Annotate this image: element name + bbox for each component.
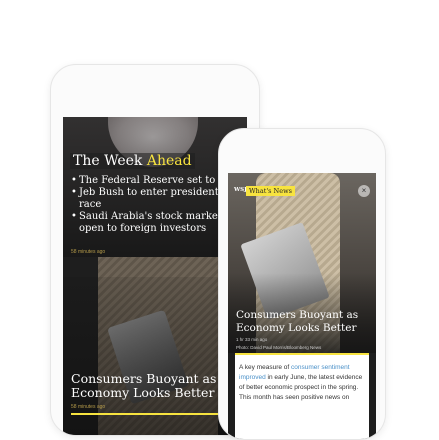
- briefing-timestamp: 58 minutes ago: [71, 249, 106, 255]
- article-headline[interactable]: Consumers Buoyant as Economy Looks Bette…: [71, 372, 241, 400]
- article-body-text: A key measure of: [239, 364, 292, 371]
- article-body: A key measure of consumer sentiment impr…: [239, 363, 367, 403]
- article-timestamp: 58 minutes ago: [71, 404, 106, 410]
- wsj-logo: WSJ: [234, 187, 247, 193]
- briefing-title-accent: Ahead: [146, 153, 192, 169]
- article-timestamp: 1 hr 33 min ago: [236, 337, 268, 342]
- front-screen: WSJ What's News × Consumers Buoyant as E…: [228, 173, 376, 439]
- close-icon[interactable]: ×: [358, 185, 370, 197]
- briefing-title-text: The Week: [73, 153, 143, 169]
- photo-credit: Photo: David Paul Morris/Bloomberg News: [236, 345, 322, 350]
- briefing-title[interactable]: The Week Ahead: [70, 153, 195, 169]
- section-tag[interactable]: What's News: [246, 186, 295, 196]
- article-headline: Consumers Buoyant as Economy Looks Bette…: [236, 309, 359, 334]
- article-body-panel: A key measure of consumer sentiment impr…: [235, 355, 369, 439]
- phone-front: WSJ What's News × Consumers Buoyant as E…: [218, 128, 386, 440]
